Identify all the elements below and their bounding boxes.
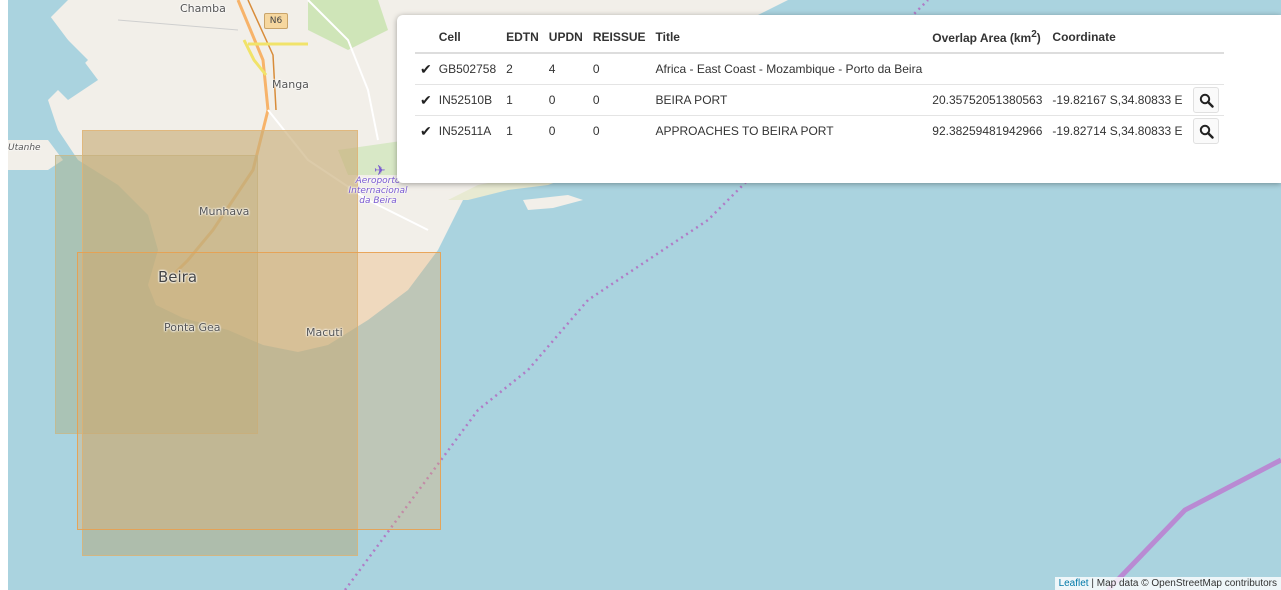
header-overlap-area: Overlap Area (km2) [927, 22, 1048, 54]
cell-overlap: 92.38259481942966 [927, 115, 1048, 146]
map-label-utanhe: Utanhe [8, 143, 41, 153]
map-label-munhava: Munhava [199, 205, 250, 218]
cell-overlap [927, 52, 1048, 85]
cell-edtn: 2 [501, 52, 544, 85]
cell-coordinate: -19.82167 S,34.80833 E [1047, 84, 1188, 116]
road-shield-n6: N6 [264, 13, 288, 29]
chart-coverage-in52510b[interactable] [77, 252, 441, 530]
airport-label-line-2: Internacional [348, 186, 408, 196]
zoom-to-cell-button[interactable] [1192, 118, 1219, 144]
chart-results-panel: Cell EDTN UPDN REISSUE Title Overlap Are… [397, 15, 1281, 183]
cell-action [1187, 84, 1224, 116]
leaflet-link[interactable]: Leaflet [1059, 578, 1089, 589]
checkmark-icon: ✔ [415, 52, 434, 85]
overlap-label: Overlap Area (km [932, 31, 1032, 45]
cell-reissue: 0 [587, 84, 651, 116]
cell-id: IN52511A [433, 115, 502, 146]
chart-coverage-highlight [82, 130, 358, 252]
table-row[interactable]: ✔ IN52510B 1 0 0 BEIRA PORT 20.357520513… [415, 84, 1224, 116]
header-coordinate: Coordinate [1047, 22, 1188, 54]
map-attribution: Leaflet | Map data © OpenStreetMap contr… [1054, 577, 1281, 590]
cell-coordinate [1047, 52, 1188, 85]
checkmark-icon: ✔ [415, 84, 434, 116]
airport-label-line-3: da Beira [359, 196, 397, 206]
cell-coordinate: -19.82714 S,34.80833 E [1047, 115, 1188, 146]
map-label-macuti: Macuti [306, 326, 343, 339]
overlap-label-end: ) [1036, 31, 1041, 45]
header-reissue: REISSUE [587, 22, 651, 54]
header-check [415, 22, 434, 54]
magnifier-icon [1199, 93, 1214, 108]
header-edtn: EDTN [501, 22, 544, 54]
table-header-row: Cell EDTN UPDN REISSUE Title Overlap Are… [415, 22, 1224, 54]
cell-edtn: 1 [501, 115, 544, 146]
cell-overlap: 20.35752051380563 [927, 84, 1048, 116]
attribution-text: | Map data © OpenStreetMap contributors [1091, 578, 1277, 589]
header-cell: Cell [433, 22, 502, 54]
header-updn: UPDN [543, 22, 588, 54]
cell-updn: 4 [543, 52, 588, 85]
map-label-manga: Manga [272, 78, 309, 91]
map-label-chamba: Chamba [180, 2, 226, 15]
table-row[interactable]: ✔ IN52511A 1 0 0 APPROACHES TO BEIRA POR… [415, 115, 1224, 146]
map-label-beira: Beira [158, 268, 198, 286]
header-title: Title [650, 22, 928, 54]
map-label-ponta-gea: Ponta Gea [164, 321, 221, 334]
chart-results-table: Cell EDTN UPDN REISSUE Title Overlap Are… [415, 22, 1224, 146]
cell-action [1187, 52, 1224, 85]
cell-edtn: 1 [501, 84, 544, 116]
cell-title: BEIRA PORT [650, 84, 928, 116]
cell-updn: 0 [543, 84, 588, 116]
cell-updn: 0 [543, 115, 588, 146]
cell-action [1187, 115, 1224, 146]
table-row[interactable]: ✔ GB502758 2 4 0 Africa - East Coast - M… [415, 52, 1224, 85]
cell-reissue: 0 [587, 115, 651, 146]
cell-id: IN52510B [433, 84, 502, 116]
header-action [1187, 22, 1224, 54]
checkmark-icon: ✔ [415, 115, 434, 146]
zoom-to-cell-button[interactable] [1192, 87, 1219, 113]
cell-id: GB502758 [433, 52, 502, 85]
cell-title: Africa - East Coast - Mozambique - Porto… [650, 52, 928, 85]
magnifier-icon [1199, 124, 1214, 139]
cell-title: APPROACHES TO BEIRA PORT [650, 115, 928, 146]
cell-reissue: 0 [587, 52, 651, 85]
